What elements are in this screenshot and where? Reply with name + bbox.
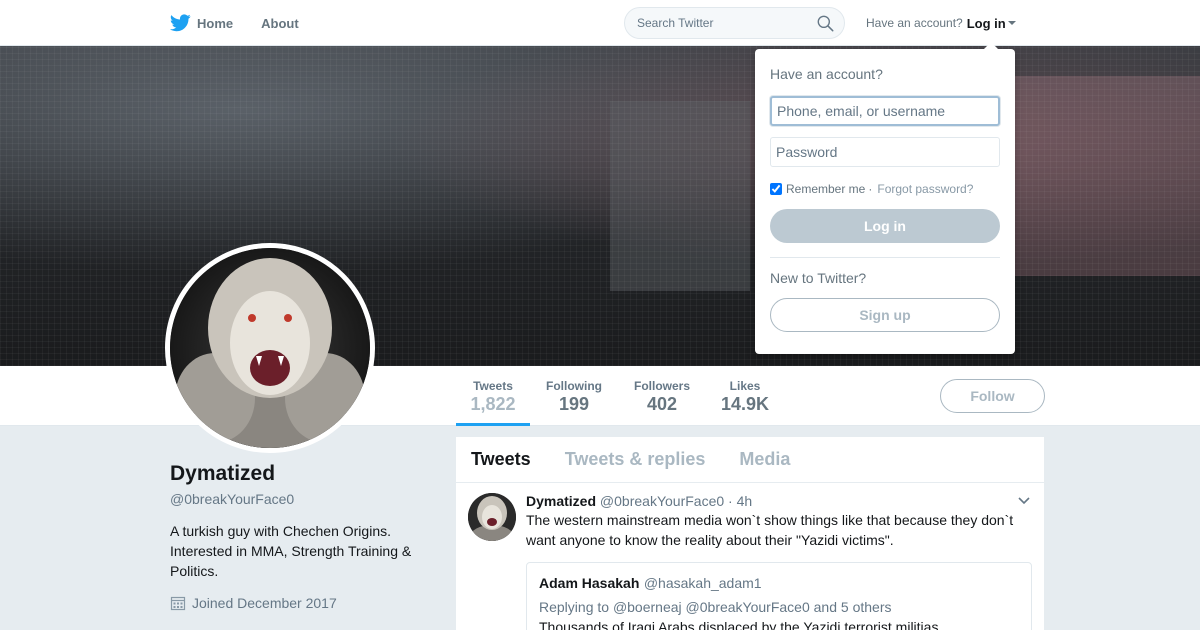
stat-value: 199 [558, 394, 590, 414]
stat-tweets[interactable]: Tweets 1,822 [456, 366, 530, 426]
nav-home-label: Home [197, 15, 234, 31]
have-account-text: Have an account? [866, 16, 963, 30]
tweet-author-name[interactable]: Dymatized [526, 493, 596, 509]
search-box [624, 7, 845, 39]
calendar-icon [170, 596, 186, 611]
remember-me-row: Remember me · Forgot password? [770, 182, 1000, 196]
remember-me-label[interactable]: Remember me [786, 182, 865, 196]
profile-bio: A turkish guy with Chechen Origins. Inte… [170, 523, 412, 579]
search-icon[interactable] [817, 15, 834, 32]
remember-me-checkbox[interactable] [770, 183, 782, 195]
tweet[interactable]: Dymatized @0breakYourFace0 · 4h The west… [456, 483, 1044, 630]
quoted-tweet[interactable]: Adam Hasakah @hasakah_adam1 Replying to … [526, 562, 1032, 630]
profile-handle[interactable]: @0breakYourFace0 [170, 491, 294, 507]
nav-about-link[interactable]: About [261, 16, 299, 31]
stat-value: 402 [646, 394, 678, 414]
nav-about-label: About [261, 15, 299, 31]
tweet-header: Dymatized @0breakYourFace0 · 4h [526, 493, 1032, 509]
login-dropdown-title: Have an account? [770, 66, 883, 82]
replying-to-suffix[interactable]: and 5 others [814, 599, 892, 615]
lion-avatar-image [468, 493, 516, 541]
forgot-password-link[interactable]: Forgot password? [877, 182, 973, 196]
stat-value: 14.9K [720, 394, 770, 414]
divider [770, 257, 1000, 258]
joined-date-text: Joined December 2017 [192, 595, 337, 611]
tab-media[interactable]: Media [739, 449, 790, 470]
tweet-author-handle[interactable]: @0breakYourFace0 [600, 493, 724, 509]
follow-button[interactable]: Follow [940, 379, 1045, 413]
replying-to-prefix: Replying to [539, 599, 610, 615]
stat-label: Likes [729, 379, 761, 393]
profile-joined: Joined December 2017 [170, 595, 337, 611]
username-field[interactable] [770, 96, 1000, 126]
signup-button[interactable]: Sign up [770, 298, 1000, 332]
login-dropdown: Have an account? Remember me · Forgot pa… [755, 42, 1015, 354]
quote-author-handle: @hasakah_adam1 [643, 575, 762, 591]
timeline-tabs: Tweets Tweets & replies Media [456, 437, 1044, 483]
login-button[interactable]: Log in [770, 209, 1000, 243]
tweet-avatar[interactable] [468, 493, 516, 541]
password-field[interactable] [770, 137, 1000, 167]
stat-label: Following [546, 379, 602, 393]
stat-label: Followers [633, 379, 690, 393]
separator-dot: · [868, 182, 873, 196]
tab-tweets-replies[interactable]: Tweets & replies [565, 449, 706, 470]
mention-link[interactable]: @boerneaj [613, 599, 682, 615]
quote-replying-to: Replying to @boerneaj @0breakYourFace0 a… [539, 599, 1019, 615]
stat-likes[interactable]: Likes 14.9K [716, 366, 774, 426]
tab-tweets[interactable]: Tweets [471, 449, 531, 470]
mention-link[interactable]: @0breakYourFace0 [686, 599, 810, 615]
login-dropdown-toggle[interactable]: Log in [967, 16, 1006, 31]
quote-author-name: Adam Hasakah [539, 575, 640, 591]
stat-following[interactable]: Following 199 [540, 366, 608, 426]
stat-label: Tweets [473, 379, 513, 393]
stat-followers[interactable]: Followers 402 [628, 366, 696, 426]
tweet-text: The western mainstream media won`t show … [526, 512, 1014, 548]
login-toggle: Have an account? Log in [866, 0, 1016, 46]
caret-down-icon[interactable] [1007, 21, 1016, 25]
timeline: Tweets Tweets & replies Media Dymatized … [456, 437, 1044, 630]
profile-avatar[interactable] [165, 243, 375, 453]
twitter-bird-icon [170, 14, 191, 32]
quote-text: Thousands of Iraqi Arabs displaced by th… [539, 619, 939, 630]
tweet-timestamp[interactable]: · 4h [728, 493, 752, 509]
profile-name[interactable]: Dymatized [170, 462, 275, 486]
stat-value: 1,822 [470, 394, 516, 414]
chevron-down-icon[interactable] [1018, 497, 1030, 505]
lion-avatar-image [170, 248, 370, 448]
nav-links: Home About [170, 0, 327, 46]
new-to-twitter-text: New to Twitter? [770, 270, 867, 286]
search-input[interactable] [625, 8, 805, 38]
top-navigation-bar: Home About Have an account? Log in [0, 0, 1200, 46]
nav-home-link[interactable]: Home [170, 14, 233, 32]
